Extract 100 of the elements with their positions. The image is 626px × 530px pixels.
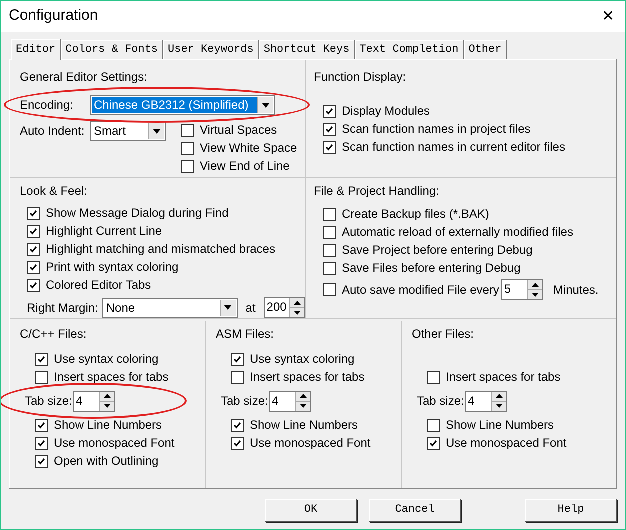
- checkbox[interactable]: [231, 352, 244, 366]
- dropdown[interactable]: Smart: [90, 121, 166, 141]
- section-title: C/C++ Files:: [20, 327, 87, 341]
- tab[interactable]: Editor: [11, 39, 61, 60]
- up-arrow-icon[interactable]: [104, 394, 110, 398]
- checkbox[interactable]: [427, 418, 440, 432]
- checkbox[interactable]: [35, 454, 48, 468]
- checkbox[interactable]: [231, 370, 244, 384]
- checkbox-label: Use monospaced Font: [250, 435, 371, 452]
- checkbox-label: Show Line Numbers: [54, 417, 162, 434]
- checkbox-label: Insert spaces for tabs: [54, 369, 169, 386]
- checkbox[interactable]: [323, 140, 336, 154]
- checkbox-label: Create Backup files (*.BAK): [342, 206, 490, 223]
- down-arrow-icon[interactable]: [294, 310, 300, 314]
- checkbox[interactable]: [27, 224, 40, 238]
- spin-box[interactable]: 200: [264, 297, 305, 318]
- down-arrow-icon[interactable]: [496, 404, 502, 408]
- down-arrow-icon[interactable]: [104, 404, 110, 408]
- checkbox-label: Print with syntax coloring: [46, 259, 179, 276]
- caret-icon[interactable]: [224, 305, 232, 310]
- checkbox-label: Automatic reload of externally modified files: [342, 224, 574, 241]
- field-label: Right Margin:: [27, 300, 98, 316]
- checkbox-label: Highlight matching and mismatched braces: [46, 241, 276, 258]
- checkbox-label: Scan function names in current editor files: [342, 139, 566, 156]
- field-label: at: [246, 300, 256, 316]
- checkbox-label: Show Line Numbers: [250, 417, 358, 434]
- up-arrow-icon[interactable]: [300, 394, 306, 398]
- dialog-button[interactable]: Help: [525, 499, 617, 522]
- checkbox-label: Show Message Dialog during Find: [46, 205, 229, 222]
- spin-box[interactable]: 5: [501, 279, 544, 300]
- close-button[interactable]: ✕: [602, 9, 615, 24]
- caret-icon[interactable]: [262, 102, 270, 108]
- field-label: Tab size:: [417, 393, 465, 410]
- tab[interactable]: Shortcut Keys: [258, 40, 355, 59]
- section-title: Other Files:: [412, 327, 474, 341]
- spin-box[interactable]: 4: [269, 390, 311, 412]
- checkbox[interactable]: [323, 208, 336, 220]
- field-label: Tab size:: [221, 393, 269, 410]
- window-title: Configuration: [9, 6, 98, 26]
- up-arrow-icon[interactable]: [294, 300, 300, 304]
- dialog-button[interactable]: Cancel: [369, 499, 461, 522]
- checkbox[interactable]: [27, 260, 40, 274]
- down-arrow-icon[interactable]: [532, 292, 539, 296]
- section-title: Look & Feel:: [20, 184, 88, 198]
- checkbox-label: Insert spaces for tabs: [250, 369, 365, 386]
- tab[interactable]: User Keywords: [163, 40, 259, 59]
- checkbox[interactable]: [323, 122, 336, 136]
- field-label: Encoding:: [20, 97, 74, 114]
- checkbox[interactable]: [323, 104, 336, 118]
- up-arrow-icon[interactable]: [532, 282, 539, 286]
- checkbox-label: View End of Line: [200, 158, 290, 175]
- checkbox-label: Use monospaced Font: [446, 435, 567, 452]
- dialog-button[interactable]: OK: [265, 499, 357, 522]
- checkbox[interactable]: [427, 370, 440, 384]
- checkbox[interactable]: [27, 242, 40, 256]
- dropdown[interactable]: Chinese GB2312 (Simplified): [90, 95, 275, 115]
- tab[interactable]: Colors & Fonts: [60, 40, 164, 59]
- checkbox[interactable]: [35, 436, 48, 450]
- field-label: Auto Indent:: [20, 123, 86, 140]
- checkbox[interactable]: [35, 418, 48, 432]
- tab[interactable]: Text Completion: [354, 40, 464, 59]
- section-title: Function Display:: [314, 70, 406, 84]
- caret-icon[interactable]: [152, 128, 160, 134]
- checkbox[interactable]: [323, 283, 336, 296]
- checkbox-label: Use syntax coloring: [54, 351, 159, 368]
- checkbox-label: Auto save modified File every: [342, 282, 500, 298]
- checkbox[interactable]: [231, 418, 244, 432]
- checkbox[interactable]: [231, 436, 244, 450]
- checkbox[interactable]: [427, 436, 440, 450]
- checkbox[interactable]: [35, 370, 48, 384]
- down-arrow-icon[interactable]: [300, 404, 306, 408]
- tab[interactable]: Other: [464, 40, 507, 59]
- checkbox[interactable]: [181, 160, 194, 172]
- dropdown[interactable]: None: [102, 298, 238, 318]
- checkbox-label: View White Space: [200, 140, 298, 157]
- checkbox[interactable]: [27, 278, 40, 292]
- section-title: General Editor Settings:: [20, 70, 148, 84]
- up-arrow-icon[interactable]: [496, 394, 502, 398]
- checkbox-label: Virtual Spaces: [200, 122, 278, 139]
- checkbox[interactable]: [323, 262, 336, 274]
- checkbox-label: Open with Outlining: [54, 453, 159, 470]
- section-title: File & Project Handling:: [314, 184, 440, 198]
- checkbox[interactable]: [323, 244, 336, 256]
- checkbox[interactable]: [35, 352, 48, 366]
- spin-box[interactable]: 4: [73, 390, 115, 412]
- checkbox-label: Display Modules: [342, 103, 430, 120]
- checkbox-label: Save Project before entering Debug: [342, 242, 533, 259]
- field-label: Minutes.: [553, 282, 599, 298]
- checkbox-label: Highlight Current Line: [46, 223, 162, 240]
- checkbox[interactable]: [181, 124, 194, 136]
- checkbox[interactable]: [27, 206, 40, 220]
- checkbox[interactable]: [181, 142, 194, 154]
- field-label: Tab size:: [25, 393, 73, 410]
- spin-box[interactable]: 4: [465, 390, 507, 412]
- checkbox[interactable]: [323, 226, 336, 238]
- checkbox-label: Scan function names in project files: [342, 121, 531, 138]
- checkbox-label: Show Line Numbers: [446, 417, 554, 434]
- checkbox-label: Colored Editor Tabs: [46, 277, 152, 294]
- section-title: ASM Files:: [216, 327, 274, 341]
- checkbox-label: Use monospaced Font: [54, 435, 175, 452]
